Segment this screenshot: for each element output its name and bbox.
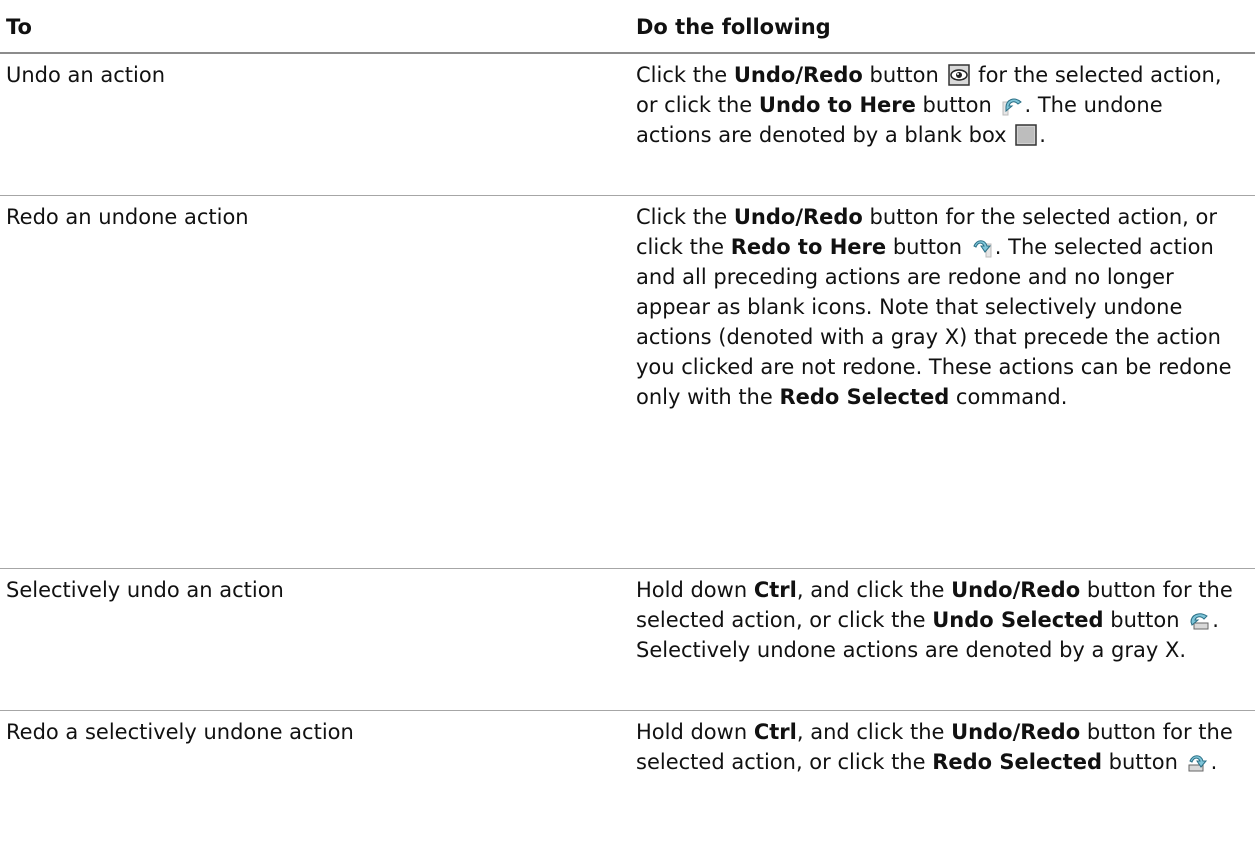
row-description: Click the Undo/Redo button for the selec…: [636, 205, 1232, 409]
header-do-the-following: Do the following: [636, 15, 831, 39]
row-description: Hold down Ctrl, and click the Undo/Redo …: [636, 578, 1233, 662]
redo-selected-icon: [1187, 751, 1209, 773]
row-description: Hold down Ctrl, and click the Undo/Redo …: [636, 720, 1233, 774]
row-action: Undo an action: [6, 63, 166, 87]
table-row: Redo an undone action Click the Undo/Red…: [0, 196, 1255, 568]
table-row: Selectively undo an action Hold down Ctr…: [0, 569, 1255, 710]
row-action: Redo an undone action: [6, 205, 249, 229]
header-to: To: [6, 15, 32, 39]
table-row: Undo an action Click the Undo/Redo butto…: [0, 54, 1255, 195]
row-action: Redo a selectively undone action: [6, 720, 354, 744]
blank-box-icon: [1015, 124, 1038, 146]
table-row: Redo a selectively undone action Hold do…: [0, 711, 1255, 864]
undo-to-here-icon: [1001, 94, 1023, 116]
undo-redo-eye-icon: [947, 64, 970, 86]
row-action: Selectively undo an action: [6, 578, 284, 602]
table-header: To Do the following: [0, 0, 1255, 52]
undo-selected-icon: [1188, 609, 1210, 631]
row-description: Click the Undo/Redo button for the selec…: [636, 63, 1222, 147]
redo-to-here-icon: [971, 236, 993, 258]
